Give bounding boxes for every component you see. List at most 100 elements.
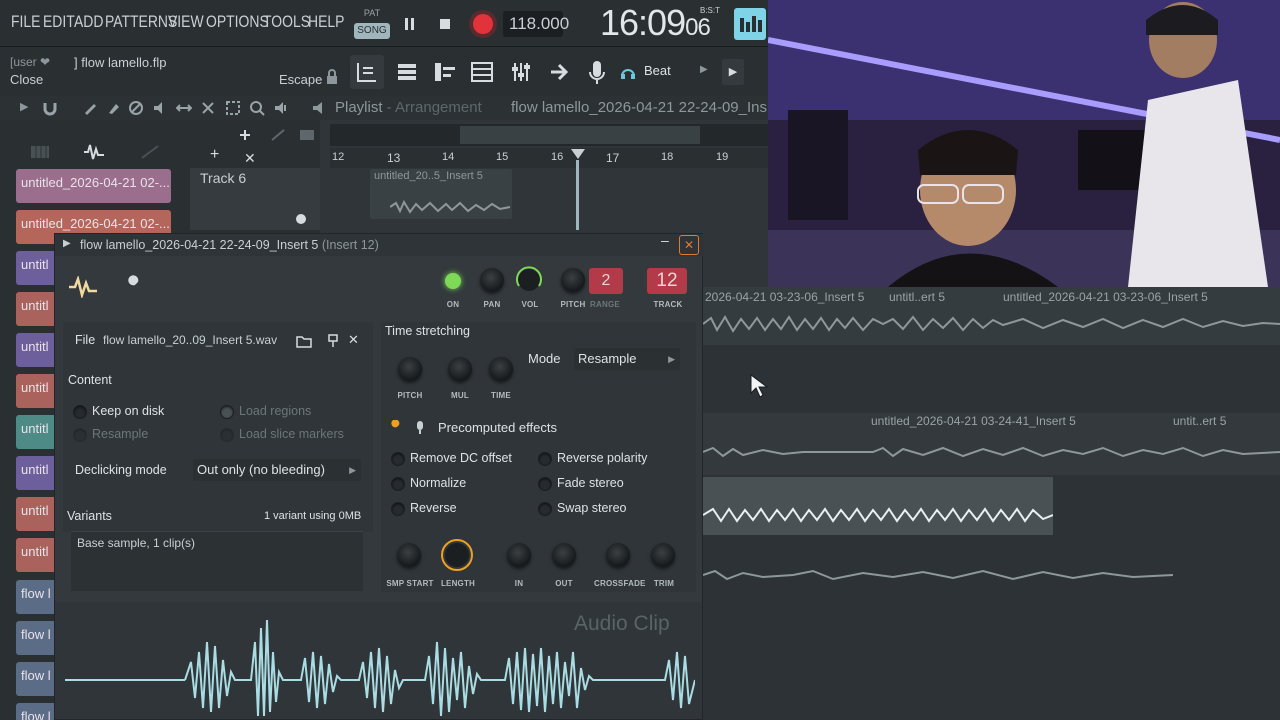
waveform-preview[interactable]: Audio Clip — [55, 602, 702, 719]
stop-button[interactable] — [430, 9, 460, 39]
pencil-icon[interactable] — [82, 100, 98, 116]
pitch-knob[interactable] — [561, 268, 585, 292]
volume-knob[interactable] — [513, 264, 545, 296]
menu-tools[interactable]: TOOLS — [263, 12, 310, 32]
tempo-display[interactable]: 118.000 — [503, 11, 569, 37]
audio-clips-icon[interactable] — [82, 142, 106, 162]
fade-stereo-radio[interactable] — [538, 477, 552, 491]
menu-view[interactable]: VIEW — [168, 12, 204, 32]
magnet-icon[interactable] — [42, 100, 58, 116]
zoom-tool-icon[interactable] — [249, 100, 265, 116]
load-slice-markers-label[interactable]: Load slice markers — [239, 427, 344, 441]
reverse-polarity-label[interactable]: Reverse polarity — [557, 451, 647, 465]
preset-next-arrow[interactable]: ▶ — [700, 64, 708, 75]
out-knob[interactable] — [552, 543, 576, 567]
playlist-grid[interactable]: 2026-04-21 03-23-06_Insert 5 untitl..ert… — [703, 287, 1280, 720]
reverse-radio[interactable] — [391, 502, 405, 516]
resample-radio[interactable] — [73, 428, 87, 442]
clear-file-icon[interactable]: ✕ — [348, 332, 359, 348]
slice-tool-icon[interactable] — [200, 100, 216, 116]
mixer-button[interactable] — [506, 55, 536, 89]
normalize-radio[interactable] — [391, 477, 405, 491]
mute-tool-icon[interactable] — [152, 100, 168, 116]
trim-knob[interactable] — [651, 543, 675, 567]
pat-song-toggle[interactable]: PAT SONG — [354, 6, 390, 40]
piano-roll-button[interactable] — [430, 55, 460, 89]
pitch-range-display[interactable]: 2 — [589, 268, 623, 294]
microphone-button[interactable] — [583, 55, 611, 89]
menu-patterns[interactable]: PATTERNS — [105, 12, 177, 32]
keep-on-disk-label[interactable]: Keep on disk — [92, 404, 164, 418]
pan-knob[interactable] — [480, 268, 504, 292]
variants-item[interactable]: Base sample, 1 clip(s) — [77, 536, 195, 550]
menu-file[interactable]: FILE — [11, 12, 40, 32]
normalize-label[interactable]: Normalize — [410, 476, 466, 490]
slip-tool-icon[interactable] — [176, 100, 192, 116]
close-x-icon[interactable]: ✕ — [244, 150, 256, 167]
playlist-button[interactable] — [392, 55, 422, 89]
select-tool-icon[interactable] — [225, 100, 241, 116]
menu-add[interactable]: ADD — [74, 12, 103, 32]
ts-time-knob[interactable] — [489, 357, 513, 381]
track-6-mute-led[interactable] — [296, 214, 306, 224]
record-button[interactable] — [467, 8, 497, 38]
declicking-dropdown[interactable]: Out only (no bleeding) ▶ — [193, 459, 361, 481]
reverse-label[interactable]: Reverse — [410, 501, 457, 515]
plugin-titlebar[interactable]: ▶ flow lamello_2026-04-21 22-24-09_Inser… — [55, 232, 704, 256]
minimize-button[interactable]: – — [661, 232, 669, 248]
clip-tab-0[interactable]: untitled_2026-04-21 02-... — [16, 169, 171, 203]
swap-stereo-label[interactable]: Swap stereo — [557, 501, 626, 515]
crossfade-knob[interactable] — [606, 543, 630, 567]
resample-label[interactable]: Resample — [92, 427, 148, 441]
mode-dropdown[interactable]: Resample ▶ — [574, 348, 680, 370]
swap-stereo-radio[interactable] — [538, 502, 552, 516]
load-slice-markers-radio[interactable] — [220, 428, 234, 442]
overview-viewport[interactable] — [460, 126, 700, 144]
remove-dc-label[interactable]: Remove DC offset — [410, 451, 512, 465]
variants-list[interactable]: Base sample, 1 clip(s) — [71, 531, 363, 591]
preset-name[interactable]: Beat — [644, 63, 671, 78]
smp-start-knob[interactable] — [397, 543, 421, 567]
on-switch[interactable] — [445, 273, 461, 289]
load-regions-label[interactable]: Load regions — [239, 404, 311, 418]
channel-rack-button[interactable] — [467, 55, 497, 89]
snap-button[interactable] — [350, 55, 384, 89]
wrench-icon[interactable] — [121, 275, 145, 299]
track6-audio-clip[interactable]: untitled_20..5_Insert 5 — [370, 169, 512, 219]
export-button[interactable] — [545, 55, 575, 89]
mixer-track-display[interactable]: 12 — [647, 268, 687, 294]
ts-pitch-knob[interactable] — [398, 357, 422, 381]
ts-mul-knob[interactable] — [448, 357, 472, 381]
piano-keys-icon[interactable] — [30, 144, 50, 160]
timeline-ruler[interactable]: 12 13 14 15 16 17 18 19 — [330, 148, 768, 168]
plugin-menu-arrow[interactable]: ▶ — [63, 238, 71, 249]
keep-on-disk-radio[interactable] — [73, 405, 87, 419]
menu-edit[interactable]: EDIT — [43, 12, 75, 32]
headphones-icon[interactable] — [620, 64, 636, 80]
brush-icon[interactable] — [105, 100, 121, 116]
menu-help[interactable]: HELP — [308, 12, 344, 32]
fade-stereo-label[interactable]: Fade stereo — [557, 476, 624, 490]
file-name[interactable]: flow lamello_20..09_Insert 5.wav — [103, 333, 277, 347]
cpu-meter-icon[interactable] — [734, 8, 766, 40]
in-knob[interactable] — [507, 543, 531, 567]
remove-dc-radio[interactable] — [391, 452, 405, 466]
playlist-overview-scroll[interactable] — [330, 124, 768, 146]
automation-icon[interactable] — [140, 144, 160, 160]
delete-tool-icon[interactable] — [128, 100, 144, 116]
playhead-marker-icon[interactable] — [570, 148, 586, 160]
playlist-menu-arrow[interactable]: ▶ — [20, 100, 28, 113]
menu-options[interactable]: OPTIONS — [206, 12, 269, 32]
close-button[interactable]: ✕ — [679, 235, 699, 255]
add-track-icon[interactable]: + — [210, 146, 219, 164]
folder-icon[interactable] — [296, 334, 312, 348]
pause-button[interactable] — [395, 9, 425, 39]
track-6-label[interactable]: Track 6 — [200, 170, 246, 186]
locate-file-icon[interactable] — [326, 333, 340, 349]
precomputed-wrench-icon[interactable] — [387, 420, 405, 436]
playback-tool-icon[interactable] — [273, 100, 289, 116]
load-regions-radio[interactable] — [220, 405, 234, 419]
precomputed-mic-icon[interactable] — [414, 420, 426, 436]
reverse-polarity-radio[interactable] — [538, 452, 552, 466]
play-preview-button[interactable]: ▶ — [722, 59, 744, 85]
